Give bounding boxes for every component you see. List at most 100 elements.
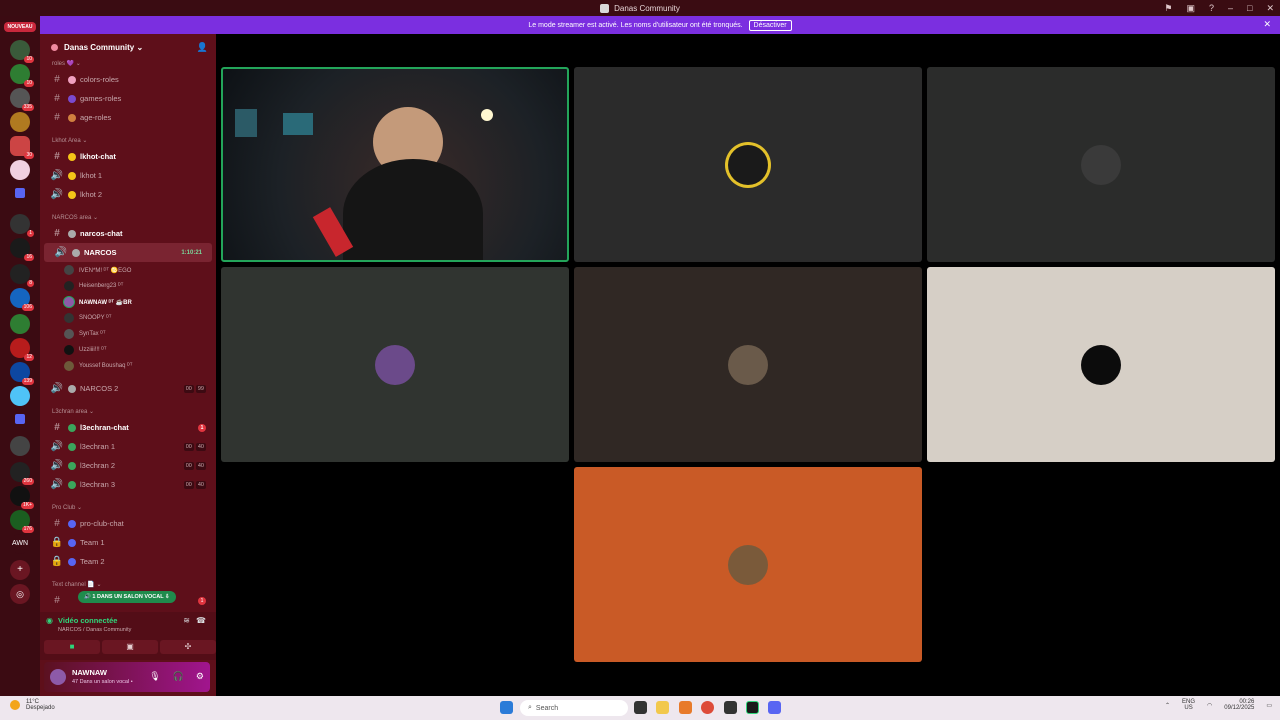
server-icon[interactable] bbox=[10, 314, 30, 334]
help-icon[interactable]: ? bbox=[1209, 3, 1214, 13]
close-banner-icon[interactable]: ✕ bbox=[1263, 19, 1271, 30]
channel-narcos-chat[interactable]: # narcos-chat bbox=[40, 224, 216, 243]
category-l3chran[interactable]: L3chran area ⌄ bbox=[40, 408, 216, 415]
server-icon[interactable]: 10 bbox=[10, 64, 34, 87]
add-server-icon[interactable]: + bbox=[10, 560, 30, 580]
server-icon[interactable]: 139 bbox=[10, 362, 34, 385]
new-badge[interactable]: NOUVEAU bbox=[4, 22, 36, 32]
inbox-icon[interactable]: ⚑ bbox=[1164, 3, 1172, 14]
folder-icon[interactable] bbox=[15, 188, 25, 198]
category-roles[interactable]: roles 💜 ⌄ bbox=[40, 60, 216, 67]
video-tile[interactable] bbox=[927, 67, 1275, 262]
minimize-button[interactable]: – bbox=[1228, 3, 1233, 13]
server-icon[interactable]: 1K+ bbox=[10, 486, 34, 509]
channel-age-roles[interactable]: # age-roles bbox=[40, 108, 216, 127]
headphones-icon[interactable]: 🎧 bbox=[173, 671, 184, 682]
voice-team-2[interactable]: 🔒 Team 2 bbox=[40, 552, 216, 571]
microphone-icon[interactable]: 🎙 bbox=[149, 671, 160, 682]
voice-member[interactable]: SNOOPY ᴰᵀ bbox=[64, 310, 112, 326]
hash-icon: # bbox=[54, 74, 60, 85]
taskbar-search[interactable]: ⌕ Search bbox=[520, 700, 628, 716]
server-icon[interactable]: 1 bbox=[10, 214, 34, 237]
wall-art bbox=[283, 113, 313, 135]
screen-icon[interactable]: ▣ bbox=[1186, 3, 1195, 14]
server-icon[interactable]: AWN bbox=[10, 534, 30, 554]
noise-icon[interactable]: ≋ bbox=[183, 616, 190, 625]
voice-l3echran-2[interactable]: 🔊 l3echran 2 00 40 bbox=[40, 456, 216, 475]
category-narcos[interactable]: NARCOS area ⌄ bbox=[40, 214, 216, 221]
voice-narcos[interactable]: 🔊 NARCOS 1:10:21 bbox=[44, 243, 212, 262]
server-icon[interactable] bbox=[10, 436, 30, 456]
channel-lkhot-chat[interactable]: # lkhot-chat bbox=[40, 147, 216, 166]
folder-icon[interactable] bbox=[15, 414, 25, 424]
voice-l3echran-1[interactable]: 🔊 l3echran 1 00 40 bbox=[40, 437, 216, 456]
channel-l3echran-chat[interactable]: # l3echran-chat 1 bbox=[40, 418, 216, 437]
server-icon[interactable]: 106 bbox=[10, 288, 34, 311]
terminal-icon[interactable] bbox=[746, 701, 759, 714]
user-panel[interactable]: NAWNAW 47 Dans un salon vocal • 🎙 🎧 ⚙ bbox=[44, 662, 210, 692]
explore-icon[interactable]: ◎ bbox=[10, 584, 30, 604]
server-icon[interactable]: 12 bbox=[10, 338, 34, 361]
server-icon[interactable] bbox=[10, 112, 30, 132]
invite-icon[interactable]: 👤 bbox=[197, 42, 208, 53]
voice-member[interactable]: Uzziiii!!! ᴰᵀ bbox=[64, 342, 107, 358]
video-tile[interactable] bbox=[574, 267, 922, 462]
emoji-icon bbox=[68, 75, 76, 84]
video-tile[interactable] bbox=[221, 267, 569, 462]
disconnect-icon[interactable]: ☎ bbox=[196, 616, 206, 625]
app-icon[interactable] bbox=[724, 701, 737, 714]
voice-member[interactable]: NAWNAW ᴰᵀ ☕BR■ bbox=[64, 294, 220, 310]
category-text-channel[interactable]: Text channel 📄 ⌄ bbox=[40, 581, 216, 588]
category-pro-club[interactable]: Pro Club ⌄ bbox=[40, 504, 216, 511]
voice-member[interactable]: SynTax ᴰᵀ bbox=[64, 326, 106, 342]
video-tile-live[interactable] bbox=[221, 67, 569, 262]
app-icon[interactable] bbox=[679, 701, 692, 714]
wall-art bbox=[235, 109, 257, 137]
server-icon[interactable]: 335 bbox=[10, 88, 34, 111]
weather-widget[interactable]: 11°C Despejado bbox=[10, 699, 55, 711]
server-icon[interactable]: 30 bbox=[10, 136, 34, 159]
avatar[interactable] bbox=[50, 669, 66, 685]
voice-lkhot-1[interactable]: 🔊 lkhot 1 bbox=[40, 166, 216, 185]
channel-pro-club-chat[interactable]: # pro-club-chat bbox=[40, 514, 216, 533]
voice-l3echran-3[interactable]: 🔊 l3echran 3 00 40 bbox=[40, 475, 216, 494]
server-icon[interactable]: 260 bbox=[10, 462, 34, 485]
voice-member[interactable]: Heisenberg23 ᴰᵀ bbox=[64, 278, 123, 294]
activities-button[interactable]: ✣ bbox=[160, 640, 216, 654]
server-icon[interactable] bbox=[10, 160, 30, 180]
screen-share-button[interactable]: ▣ bbox=[102, 640, 158, 654]
maximize-button[interactable]: □ bbox=[1247, 3, 1252, 13]
server-icon[interactable] bbox=[10, 386, 30, 406]
close-button[interactable]: ✕ bbox=[1266, 3, 1274, 14]
voice-member[interactable]: IVEN*M! ᴰᵀ ♋EGO bbox=[64, 262, 131, 278]
voice-channel[interactable]: NARCOS / Danas Community bbox=[58, 627, 131, 633]
username: NAWNAW bbox=[72, 668, 107, 677]
chrome-icon[interactable] bbox=[701, 701, 714, 714]
voice-narcos-2[interactable]: 🔊 NARCOS 2 00 99 bbox=[40, 379, 216, 398]
discord-icon[interactable] bbox=[768, 701, 781, 714]
wifi-icon[interactable]: ◠ bbox=[1207, 702, 1212, 709]
camera-button[interactable]: ■ bbox=[44, 640, 100, 654]
voice-jump-pill[interactable]: 🔊 1 DANS UN SALON VOCAL ⇩ bbox=[78, 591, 176, 603]
notification-icon[interactable]: ▭ bbox=[1266, 702, 1272, 709]
voice-member[interactable]: Youssef Boushaq ᴰᵀ bbox=[64, 358, 132, 374]
video-tile[interactable] bbox=[574, 67, 922, 262]
video-tile[interactable] bbox=[574, 467, 922, 662]
server-icon[interactable]: 8 bbox=[10, 264, 34, 287]
tray-chevron-icon[interactable]: ⌃ bbox=[1165, 702, 1170, 709]
channel-colors-roles[interactable]: # colors-roles bbox=[40, 70, 216, 89]
video-tile[interactable] bbox=[927, 267, 1275, 462]
folder-icon[interactable] bbox=[656, 701, 669, 714]
settings-icon[interactable]: ⚙ bbox=[196, 671, 204, 682]
guild-header[interactable]: Danas Community ⌄ 👤 bbox=[40, 34, 216, 60]
disable-streamer-button[interactable]: Désactiver bbox=[748, 19, 792, 31]
category-lkhot[interactable]: Lkhot Area ⌄ bbox=[40, 137, 216, 144]
server-icon[interactable]: 16 bbox=[10, 238, 34, 261]
voice-lkhot-2[interactable]: 🔊 lkhot 2 bbox=[40, 185, 216, 204]
channel-games-roles[interactable]: # games-roles bbox=[40, 89, 216, 108]
server-icon[interactable]: 176 bbox=[10, 510, 34, 533]
server-icon[interactable]: 10 bbox=[10, 40, 34, 63]
windows-start-icon[interactable] bbox=[500, 701, 513, 714]
taskview-icon[interactable] bbox=[634, 701, 647, 714]
voice-team-1[interactable]: 🔒 Team 1 bbox=[40, 533, 216, 552]
